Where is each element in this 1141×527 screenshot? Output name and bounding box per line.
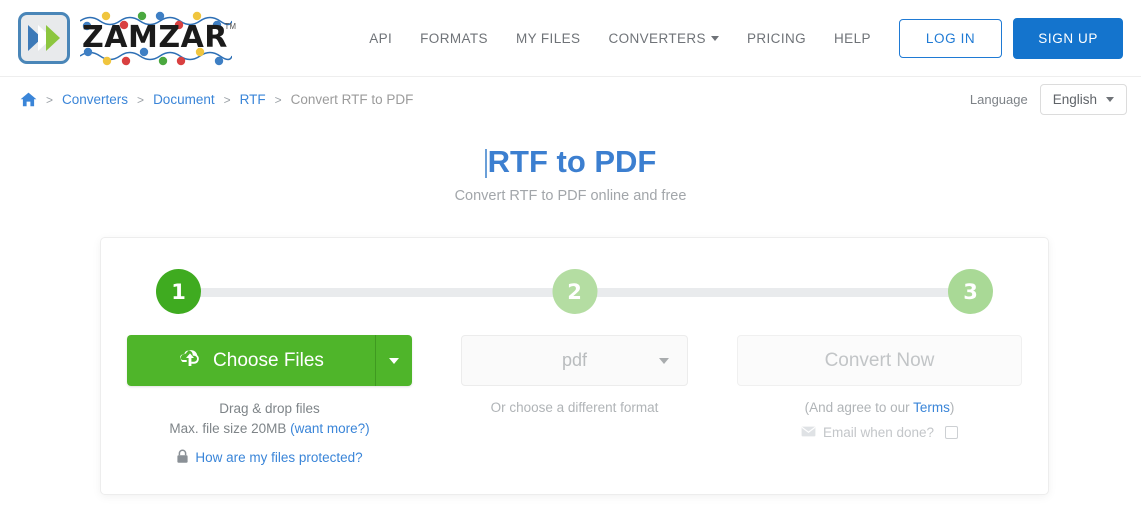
nav-formats[interactable]: FORMATS [406, 31, 502, 46]
email-when-done-row: Email when done? [801, 425, 959, 440]
max-size-text: Max. file size 20MB (want more?) [169, 419, 369, 439]
site-header: ZAMZAR TM API FORMATS MY FILES CONVERTER… [0, 0, 1141, 77]
breadcrumb-item-current: Convert RTF to PDF [290, 92, 414, 107]
step-2-column: pdf Or choose a different format [422, 335, 727, 467]
chevron-down-icon [389, 357, 399, 364]
page-title-text: RTF to PDF [487, 144, 657, 179]
format-hint-text: Or choose a different format [490, 400, 659, 415]
converter-columns: Choose Files Drag & drop files Max. file… [101, 335, 1048, 467]
terms-agreement-text: (And agree to our Terms) [805, 400, 955, 415]
step-3-badge: 3 [948, 269, 993, 314]
step-3-column: Convert Now (And agree to our Terms) Ema… [727, 335, 1032, 467]
breadcrumb-separator: > [137, 92, 145, 107]
lock-icon [176, 449, 189, 467]
choose-files-dropdown-button[interactable] [376, 335, 412, 386]
page-title: RTF to PDF [484, 144, 657, 181]
step-indicator: 1 2 3 [156, 269, 993, 315]
nav-formats-label: FORMATS [420, 30, 488, 46]
language-selector-group: Language English [970, 84, 1127, 115]
breadcrumb: > Converters > Document > RTF > Convert … [20, 92, 413, 107]
email-when-done-checkbox[interactable] [945, 426, 959, 439]
choose-files-button[interactable]: Choose Files [127, 335, 376, 386]
logo-trademark: TM [224, 22, 236, 31]
home-icon[interactable] [20, 92, 37, 107]
login-button[interactable]: LOG IN [898, 18, 1003, 58]
nav-pricing[interactable]: PRICING [733, 31, 820, 46]
logo-text: ZAMZAR [82, 20, 228, 55]
nav-pricing-label: PRICING [746, 30, 807, 46]
breadcrumb-separator: > [223, 92, 231, 107]
choose-files-group: Choose Files [127, 335, 412, 386]
choose-files-label: Choose Files [213, 349, 324, 371]
chevron-down-icon [659, 357, 669, 364]
terms-prefix: (And agree to our [804, 400, 914, 415]
page-subtitle: Convert RTF to PDF online and free [454, 187, 687, 204]
language-select[interactable]: English [1039, 84, 1127, 115]
breadcrumb-separator: > [46, 92, 54, 107]
zamzar-logo[interactable]: ZAMZAR TM [18, 10, 236, 66]
step-1-column: Choose Files Drag & drop files Max. file… [117, 335, 422, 467]
terms-suffix: ) [949, 400, 955, 415]
output-format-select[interactable]: pdf [461, 335, 688, 386]
breadcrumb-item-document[interactable]: Document [153, 92, 215, 107]
nav-api[interactable]: API [355, 31, 406, 46]
nav-api-label: API [369, 30, 393, 46]
nav-my-files[interactable]: MY FILES [502, 31, 594, 46]
cloud-upload-icon [178, 348, 202, 373]
breadcrumb-bar: > Converters > Document > RTF > Convert … [0, 77, 1141, 122]
logo-wordmark: ZAMZAR TM [80, 10, 236, 66]
nav-help-label: HELP [834, 30, 871, 46]
breadcrumb-separator: > [274, 92, 282, 107]
breadcrumb-item-rtf[interactable]: RTF [240, 92, 266, 107]
drag-drop-text: Drag & drop files [219, 401, 320, 416]
converter-card: 1 2 3 Choose Files Drag & drop files Max… [100, 237, 1049, 495]
output-format-value: pdf [561, 350, 588, 370]
nav-my-files-label: MY FILES [515, 30, 581, 46]
nav-converters-label: CONVERTERS [608, 30, 706, 46]
page-heading-block: RTF to PDF Convert RTF to PDF online and… [0, 144, 1141, 204]
files-protected-link[interactable]: How are my files protected? [195, 450, 362, 465]
convert-now-button[interactable]: Convert Now [737, 335, 1022, 386]
step-1-badge: 1 [156, 269, 201, 314]
step-2-badge: 2 [552, 269, 597, 314]
main-navigation: API FORMATS MY FILES CONVERTERS PRICING … [355, 17, 1123, 59]
terms-link[interactable]: Terms [913, 400, 950, 415]
language-label: Language [969, 92, 1028, 107]
language-selected-value: English [1052, 92, 1097, 107]
envelope-icon [801, 425, 816, 440]
text-caret [484, 149, 487, 178]
logo-mark-icon [18, 12, 70, 64]
breadcrumb-item-converters[interactable]: Converters [62, 92, 128, 107]
chevron-down-icon [1106, 97, 1114, 102]
nav-help[interactable]: HELP [820, 31, 885, 46]
max-size-label: Max. file size 20MB [169, 421, 287, 437]
chevron-down-icon [710, 35, 719, 41]
email-when-done-label: Email when done? [822, 425, 935, 440]
nav-converters[interactable]: CONVERTERS [594, 31, 733, 46]
want-more-link[interactable]: (want more?) [290, 421, 370, 436]
file-protection-row: How are my files protected? [176, 449, 363, 467]
signup-button[interactable]: SIGN UP [1013, 17, 1123, 59]
